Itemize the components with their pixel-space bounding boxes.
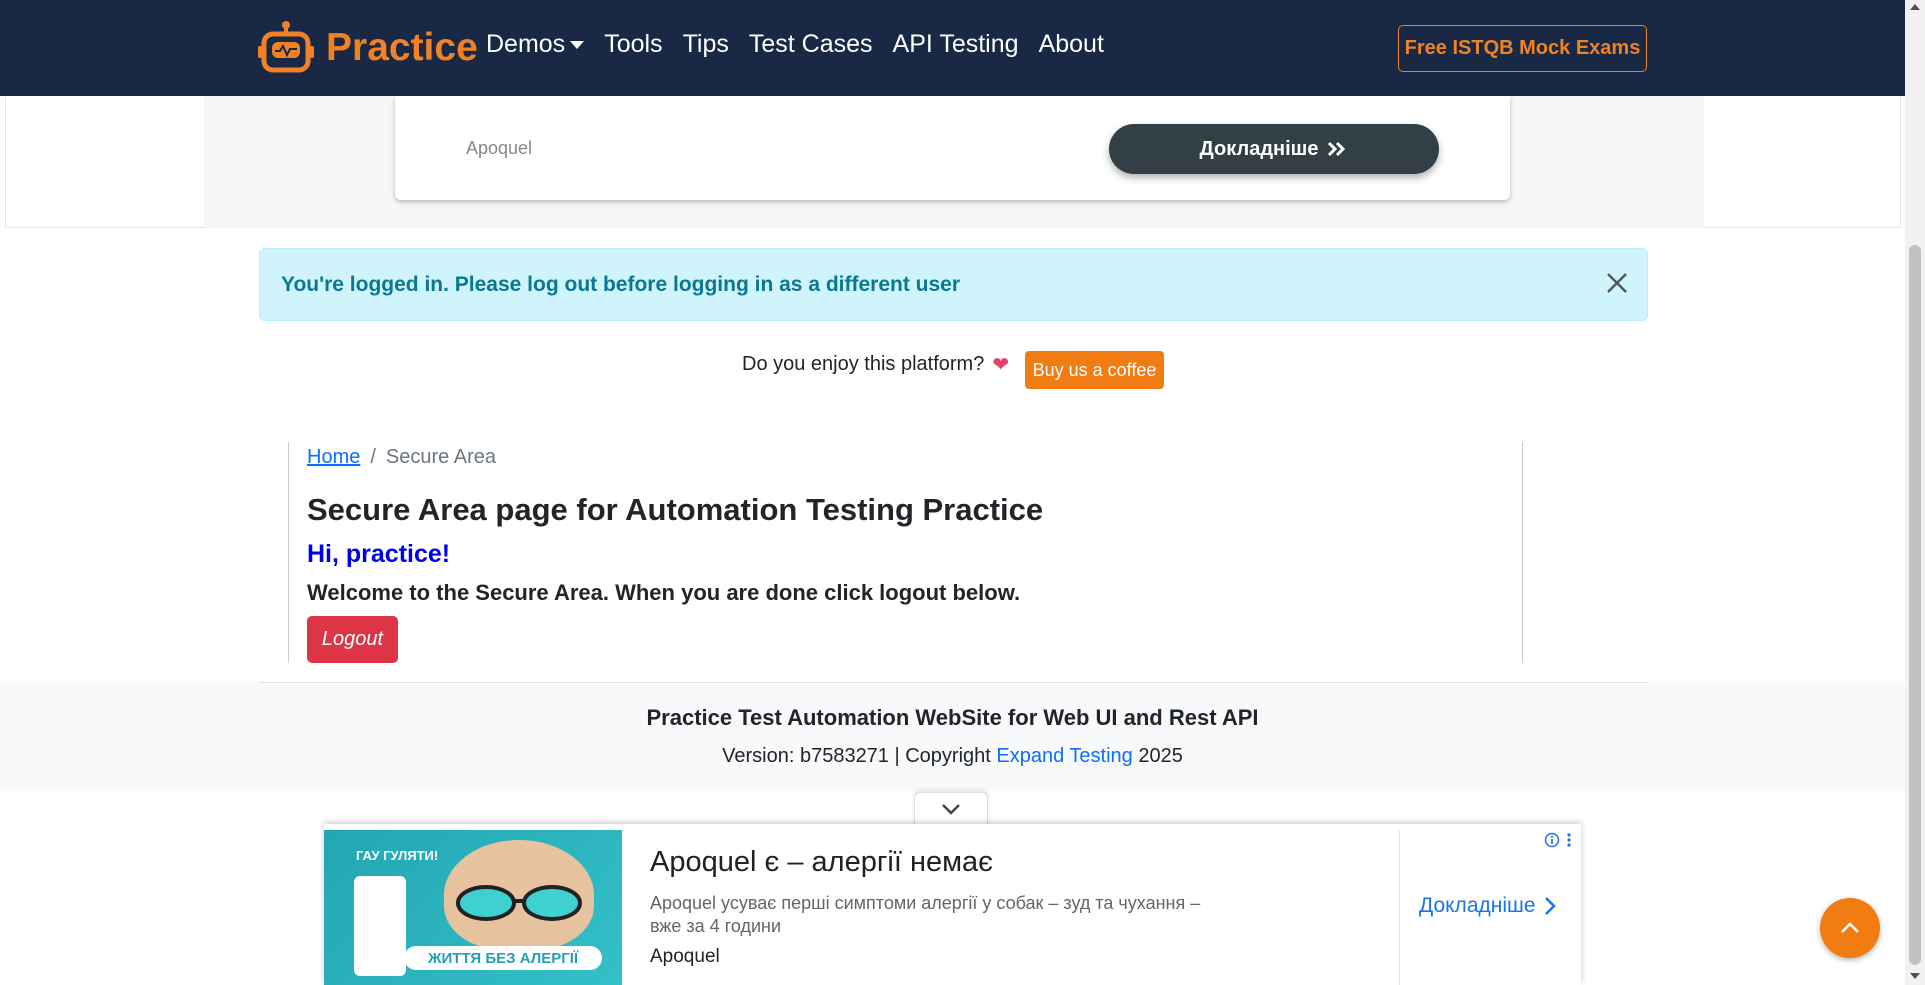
nav-api-testing[interactable]: API Testing	[893, 30, 1019, 59]
sunglasses-image	[456, 885, 582, 921]
navbar: Practice Demos Tools Tips Test Cases API…	[0, 0, 1905, 96]
more-options-icon[interactable]	[1566, 832, 1572, 848]
istqb-mock-exams-button[interactable]: Free ISTQB Mock Exams	[1398, 25, 1647, 72]
support-text: Do you enjoy this platform?	[742, 353, 985, 375]
medicine-box-image	[354, 876, 406, 976]
nav-demos[interactable]: Demos	[486, 30, 585, 59]
nav-demos-label: Demos	[486, 30, 566, 58]
ad-image-top-text: ГАУ ГУЛЯТИ!	[356, 848, 439, 863]
close-icon[interactable]	[1605, 271, 1629, 295]
chevron-right-icon	[1544, 897, 1556, 915]
scroll-to-top-button[interactable]	[1820, 898, 1880, 958]
user-greeting: Hi, practice!	[307, 540, 451, 568]
info-icon[interactable]	[1544, 832, 1560, 848]
top-ad-card[interactable]: Apoquel Докладніше	[395, 96, 1510, 200]
chevron-up-icon	[1841, 922, 1859, 933]
ad-divider	[1399, 830, 1400, 985]
ad-image[interactable]: ГАУ ГУЛЯТИ! ЖИТТЯ БЕЗ АЛЕРГІЇ	[324, 830, 622, 985]
page-scrollbar[interactable]	[1905, 0, 1925, 985]
caret-down-icon	[570, 41, 585, 50]
scroll-down-arrow-icon[interactable]	[1910, 973, 1920, 979]
ad-headline[interactable]: Apoquel є – алергії немає	[650, 846, 993, 879]
ad-more-link-label: Докладніше	[1419, 894, 1536, 917]
page-title: Secure Area page for Automation Testing …	[307, 492, 1044, 527]
heart-icon: ❤	[992, 354, 1010, 376]
nav-tips[interactable]: Tips	[683, 30, 729, 59]
expand-testing-link[interactable]: Expand Testing	[996, 745, 1132, 767]
scrollbar-thumb[interactable]	[1909, 245, 1921, 965]
footer-title: Practice Test Automation WebSite for Web…	[646, 705, 1259, 730]
nav-test-cases[interactable]: Test Cases	[749, 30, 873, 59]
ad-more-link[interactable]: Докладніше	[1419, 894, 1558, 918]
brand-logo[interactable]: Practice	[258, 18, 478, 78]
ad-image-band: ЖИТТЯ БЕЗ АЛЕРГІЇ	[404, 946, 602, 970]
footer: Practice Test Automation WebSite for Web…	[0, 683, 1905, 791]
top-ad-button-label: Докладніше	[1199, 137, 1319, 160]
buy-coffee-button[interactable]: Buy us a coffee	[1025, 351, 1164, 389]
welcome-message: Welcome to the Secure Area. When you are…	[307, 580, 1021, 605]
nav-about[interactable]: About	[1039, 30, 1104, 59]
breadcrumb: Home / Secure Area	[307, 446, 496, 469]
alert-text: You're logged in. Please log out before …	[281, 273, 961, 296]
logged-in-alert: You're logged in. Please log out before …	[259, 248, 1648, 321]
footer-version: Version: b7583271 | Copyright Expand Tes…	[0, 745, 1905, 768]
robot-logo-icon	[258, 21, 314, 73]
chevron-down-icon	[942, 803, 960, 815]
breadcrumb-current: Secure Area	[385, 446, 496, 468]
secure-area-content: Home / Secure Area Secure Area page for Au…	[288, 442, 1523, 663]
ad-choices[interactable]	[1544, 832, 1572, 848]
nav-tools[interactable]: Tools	[604, 30, 662, 59]
ad-brand: Apoquel	[650, 946, 720, 967]
brand-text: Practice	[326, 26, 478, 69]
top-ad-more-button[interactable]: Докладніше	[1109, 124, 1439, 174]
breadcrumb-home-link[interactable]: Home	[307, 446, 360, 468]
top-ad-label: Apoquel	[466, 138, 533, 158]
main-nav: Demos Tools Tips Test Cases API Testing …	[486, 30, 1124, 59]
logout-button[interactable]: Logout	[307, 616, 398, 663]
support-prompt: Do you enjoy this platform? ❤	[742, 352, 1019, 377]
breadcrumb-separator: /	[370, 446, 376, 468]
bottom-ad-banner[interactable]: ГАУ ГУЛЯТИ! ЖИТТЯ БЕЗ АЛЕРГІЇ Apoquel є …	[324, 824, 1581, 985]
version-text: Version: b7583271 | Copyright	[722, 745, 991, 767]
ad-collapse-toggle[interactable]	[914, 792, 988, 824]
scroll-up-arrow-icon[interactable]	[1910, 4, 1920, 10]
copyright-year: 2025	[1138, 745, 1183, 767]
ad-description: Apoquel усуває перші симптоми алергії у …	[650, 893, 1201, 936]
double-chevron-right-icon	[1328, 141, 1346, 157]
